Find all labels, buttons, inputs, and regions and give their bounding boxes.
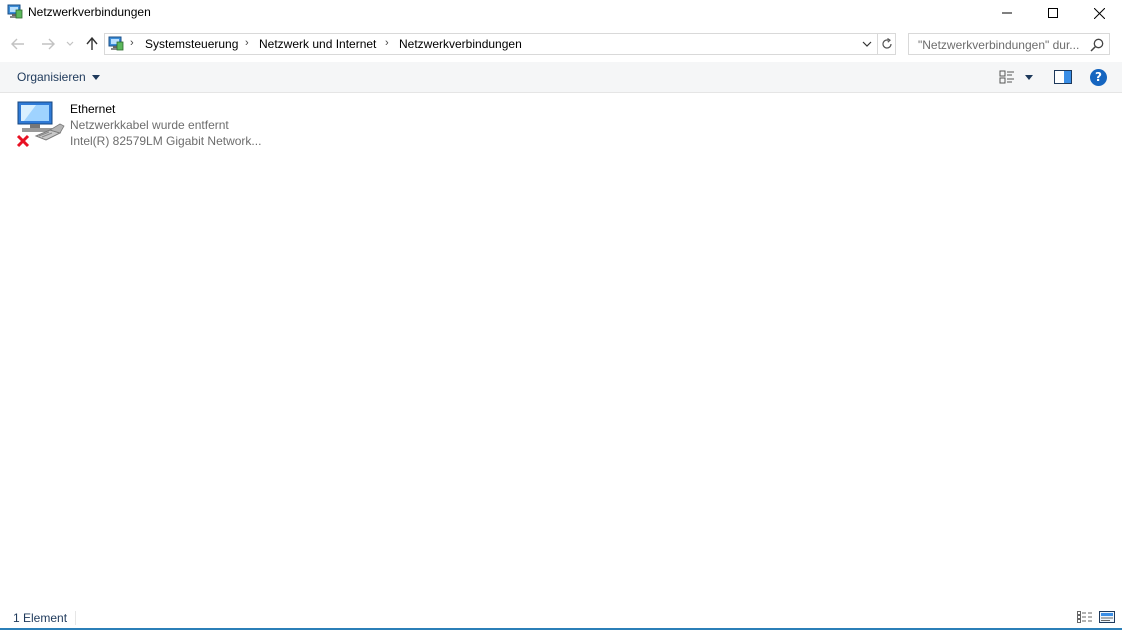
breadcrumb-separator[interactable]: › (385, 37, 389, 49)
search-icon[interactable] (1089, 37, 1105, 53)
breadcrumb-netzwerk-und-internet[interactable]: Netzwerk und Internet (259, 37, 376, 51)
large-icons-view-icon[interactable] (1099, 611, 1115, 623)
window-title: Netzwerkverbindungen (28, 5, 151, 19)
address-bar[interactable]: › Systemsteuerung › Netzwerk und Interne… (104, 33, 896, 55)
item-name: Ethernet (70, 102, 116, 116)
list-item[interactable]: Ethernet Netzwerkkabel wurde entfernt In… (14, 98, 274, 152)
arrow-up-icon (86, 37, 98, 50)
search-placeholder: "Netzwerkverbindungen" dur... (918, 38, 1080, 52)
preview-pane-icon[interactable] (1054, 70, 1072, 84)
chevron-down-icon (862, 41, 872, 47)
refresh-button[interactable] (877, 34, 896, 54)
search-input[interactable]: "Netzwerkverbindungen" dur... (908, 33, 1110, 55)
up-button[interactable] (81, 33, 103, 55)
item-device: Intel(R) 82579LM Gigabit Network... (70, 134, 262, 148)
details-view-icon[interactable] (1077, 611, 1093, 623)
change-view-icon[interactable] (999, 69, 1015, 85)
forward-button[interactable] (37, 33, 59, 55)
caret-down-icon (91, 74, 100, 80)
network-connections-icon (7, 4, 23, 19)
status-divider (75, 611, 76, 625)
recent-locations-button[interactable] (62, 33, 78, 55)
network-connections-icon (108, 36, 124, 51)
breadcrumb-separator[interactable]: › (130, 37, 134, 49)
organize-label: Organisieren (17, 70, 86, 84)
help-button[interactable]: ? (1090, 69, 1107, 86)
arrow-left-icon (11, 38, 24, 50)
command-bar: Organisieren ? (0, 62, 1122, 93)
navigation-bar: › Systemsteuerung › Netzwerk und Interne… (0, 30, 1122, 58)
back-button[interactable] (7, 33, 29, 55)
breadcrumb-netzwerkverbindungen[interactable]: Netzwerkverbindungen (399, 37, 522, 51)
close-button[interactable] (1076, 0, 1122, 26)
close-icon (1093, 7, 1105, 19)
maximize-button[interactable] (1030, 0, 1076, 26)
chevron-down-icon (66, 41, 74, 46)
minimize-button[interactable] (984, 0, 1030, 26)
ethernet-disconnected-icon (16, 101, 65, 148)
minimize-icon (1002, 12, 1012, 14)
view-options-button[interactable] (1025, 75, 1033, 80)
breadcrumb-systemsteuerung[interactable]: Systemsteuerung (145, 37, 238, 51)
refresh-icon (882, 38, 892, 49)
organize-menu-button[interactable]: Organisieren (17, 70, 100, 84)
breadcrumb-separator[interactable]: › (245, 37, 249, 49)
title-bar: Netzwerkverbindungen (0, 0, 1122, 26)
item-status: Netzwerkkabel wurde entfernt (70, 118, 229, 132)
maximize-icon (1048, 8, 1058, 18)
arrow-right-icon (42, 38, 55, 50)
item-count: 1 Element (13, 611, 68, 625)
address-history-button[interactable] (858, 34, 876, 54)
status-bar: 1 Element (0, 606, 1122, 628)
